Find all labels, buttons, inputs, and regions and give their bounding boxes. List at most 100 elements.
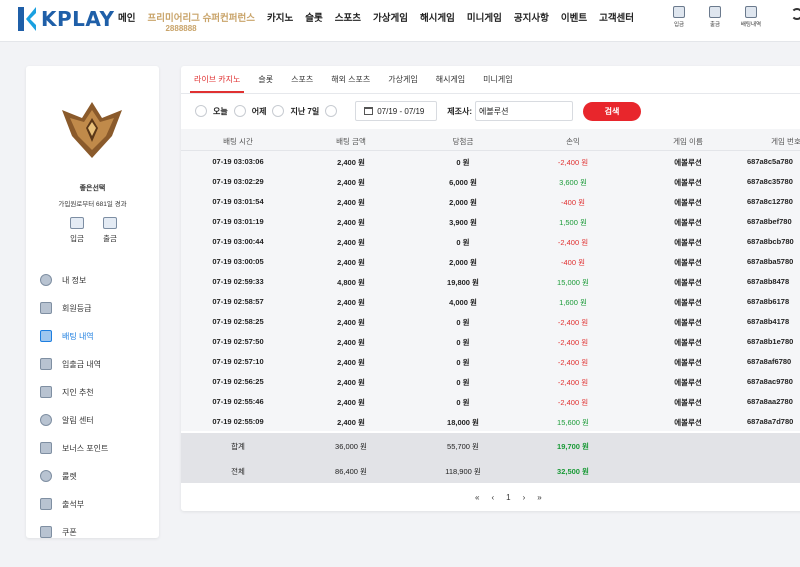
col-bet-amount: 배팅 금액 (336, 137, 366, 146)
cell-bet-time: 07-19 02:55:46 (212, 397, 264, 406)
page-prev-button[interactable]: ‹ (491, 493, 494, 502)
cell-bet-amount: 2,400 원 (337, 418, 365, 427)
nav-notice[interactable]: 공지사항 (514, 10, 549, 24)
cell-game-id: 687a8af6780 (747, 357, 792, 366)
sidebar-item-roulette[interactable]: 룰렛 (40, 462, 108, 490)
page-first-button[interactable]: « (475, 493, 479, 502)
cell-bet-time: 07-19 02:59:33 (212, 277, 264, 286)
cell-game-name: 에볼루션 (674, 398, 702, 407)
nav-promo-label: 프리미어리그 슈퍼컨퍼런스 (147, 13, 256, 24)
sidebar-item-coupon[interactable]: 쿠폰 (40, 518, 108, 546)
sidebar-item-attendance[interactable]: 출석부 (40, 490, 108, 518)
cell-bet-time: 07-19 03:03:06 (212, 157, 264, 166)
cell-bet-time: 07-19 02:56:25 (212, 377, 264, 386)
sidebar-item-notifications[interactable]: 알림 센터 (40, 406, 108, 434)
page-last-button[interactable]: » (537, 493, 541, 502)
nav-event[interactable]: 이벤트 (561, 10, 587, 24)
sidebar-item-bonus-points[interactable]: 보너스 포인트 (40, 434, 108, 462)
cell-profit: -2,400 원 (557, 358, 589, 367)
cell-bet-amount: 2,400 원 (337, 358, 365, 367)
top-header: KPLAY 메인 프리미어리그 슈퍼컨퍼런스 2888888 카지노 슬롯 스포… (0, 0, 800, 42)
cell-bet-amount: 4,800 원 (337, 278, 365, 287)
sidebar-item-transactions[interactable]: 입출금 내역 (40, 350, 108, 378)
game-tabs: 라이브 카지노 슬롯 스포츠 해외 스포츠 가상게임 해시게임 미니게임 (190, 75, 527, 93)
cell-bet-time: 07-19 02:57:10 (212, 357, 264, 366)
cell-winnings: 0 원 (456, 398, 470, 407)
tab-hash-game[interactable]: 해시게임 (432, 75, 469, 93)
cell-winnings: 0 원 (456, 358, 470, 367)
nav-casino[interactable]: 카지노 (267, 10, 293, 24)
cell-game-id: 687a8aa2780 (747, 397, 793, 406)
radio-custom-range[interactable] (325, 105, 343, 117)
roulette-icon (40, 470, 52, 482)
header-withdraw-button[interactable]: 출금 (700, 6, 730, 28)
search-button[interactable]: 검색 (582, 101, 641, 121)
logo[interactable]: KPLAY (16, 4, 114, 34)
cell-game-id: 687a8b8478 (747, 277, 790, 286)
tab-overseas-sports[interactable]: 해외 스포츠 (327, 75, 374, 93)
header-history-button[interactable]: 배팅내역 (736, 6, 766, 28)
filter-bar: 오늘 어제 지난 7일 07/19 - 07/19 제조사: 검색 (195, 101, 641, 121)
sidebar-deposit-button[interactable]: 입금 (62, 217, 92, 244)
cell-bet-time: 07-19 03:00:44 (212, 237, 264, 246)
cell-game-name: 에볼루션 (674, 218, 702, 227)
summary-profit: 32,500 원 (557, 467, 589, 476)
tab-slot[interactable]: 슬롯 (254, 75, 277, 93)
attendance-icon (40, 498, 52, 510)
cell-profit: -2,400 원 (557, 158, 589, 167)
sidebar-deposit-label: 입금 (70, 234, 84, 243)
nav-support[interactable]: 고객센터 (599, 10, 634, 24)
nav-virtual[interactable]: 가상게임 (373, 10, 408, 24)
cell-bet-amount: 2,400 원 (337, 178, 365, 187)
nav-hash[interactable]: 해시게임 (420, 10, 455, 24)
tab-virtual-game[interactable]: 가상게임 (384, 75, 421, 93)
cell-bet-time: 07-19 02:58:57 (212, 297, 264, 306)
sidebar-withdraw-button[interactable]: 출금 (95, 217, 125, 244)
nav-promo[interactable]: 프리미어리그 슈퍼컨퍼런스 2888888 (147, 10, 256, 33)
table-body: 07-19 03:03:06 2,400 원0 원 -2,400 원 에볼루션 687a… (181, 151, 800, 431)
sidebar-item-my-info[interactable]: 내 정보 (40, 266, 108, 294)
header-deposit-button[interactable]: 입금 (664, 6, 694, 28)
cell-winnings: 2,000 원 (449, 198, 477, 207)
cell-winnings: 0 원 (456, 238, 470, 247)
cell-winnings: 4,000 원 (449, 298, 477, 307)
nav-promo-sub: 2888888 (165, 24, 197, 33)
sidebar-item-betting-history[interactable]: 배팅 내역 (40, 322, 108, 350)
radio-yesterday[interactable]: 어제 (233, 105, 266, 117)
theme-toggle-icon[interactable] (791, 8, 800, 20)
nav-sports[interactable]: 스포츠 (335, 10, 361, 24)
tab-live-casino[interactable]: 라이브 카지노 (190, 75, 245, 93)
cell-winnings: 19,800 원 (447, 278, 479, 287)
radio-today[interactable]: 오늘 (195, 105, 228, 117)
radio-last-7-days[interactable]: 지난 7일 (272, 105, 319, 117)
maker-input[interactable] (474, 101, 573, 121)
tab-sports[interactable]: 스포츠 (287, 75, 317, 93)
table-row: 07-19 03:00:44 2,400 원 0 원 -2,400 원 에볼루션 687a… (181, 231, 800, 251)
user-name: 좋은선택 (79, 185, 106, 192)
table-row: 07-19 02:57:50 2,400 원 0 원 -2,400 원 에볼루션 687a… (181, 331, 800, 351)
cell-game-name: 에볼루션 (674, 418, 702, 427)
sidebar: 좋은선택 가입원로부터 681일 경과 입금 출금 내 정보 회원등급 배팅 내… (26, 66, 159, 538)
coupon-icon (40, 526, 52, 538)
cell-profit: -2,400 원 (557, 398, 589, 407)
cell-game-name: 에볼루션 (674, 158, 702, 167)
radio-circle (195, 105, 207, 117)
table-row: 07-19 02:56:25 2,400 원 0 원 -2,400 원 에볼루션 687a… (181, 371, 800, 391)
sidebar-item-rank[interactable]: 회원등급 (40, 294, 108, 322)
tab-mini-game[interactable]: 미니게임 (479, 75, 516, 93)
cell-game-id: 687a8ba5780 (747, 257, 794, 266)
col-bet-time: 배팅 시간 (223, 137, 253, 146)
nav-slot[interactable]: 슬롯 (305, 10, 322, 24)
cell-bet-amount: 2,400 원 (337, 318, 365, 327)
cell-game-id: 687a8c12780 (747, 197, 793, 206)
page-next-button[interactable]: › (523, 493, 526, 502)
notification-icon (40, 414, 52, 426)
cell-game-name: 에볼루션 (674, 338, 702, 347)
page-number-1[interactable]: 1 (506, 493, 510, 502)
cell-winnings: 0 원 (456, 338, 470, 347)
sidebar-item-referral[interactable]: 지인 추천 (40, 378, 108, 406)
nav-main[interactable]: 메인 (118, 10, 135, 24)
nav-mini[interactable]: 미니게임 (467, 10, 502, 24)
date-range-picker[interactable]: 07/19 - 07/19 (355, 101, 438, 121)
table-summary: 합계 36,000 원 55,700 원 19,700 원 전체 86,400 원 118,… (181, 433, 800, 483)
